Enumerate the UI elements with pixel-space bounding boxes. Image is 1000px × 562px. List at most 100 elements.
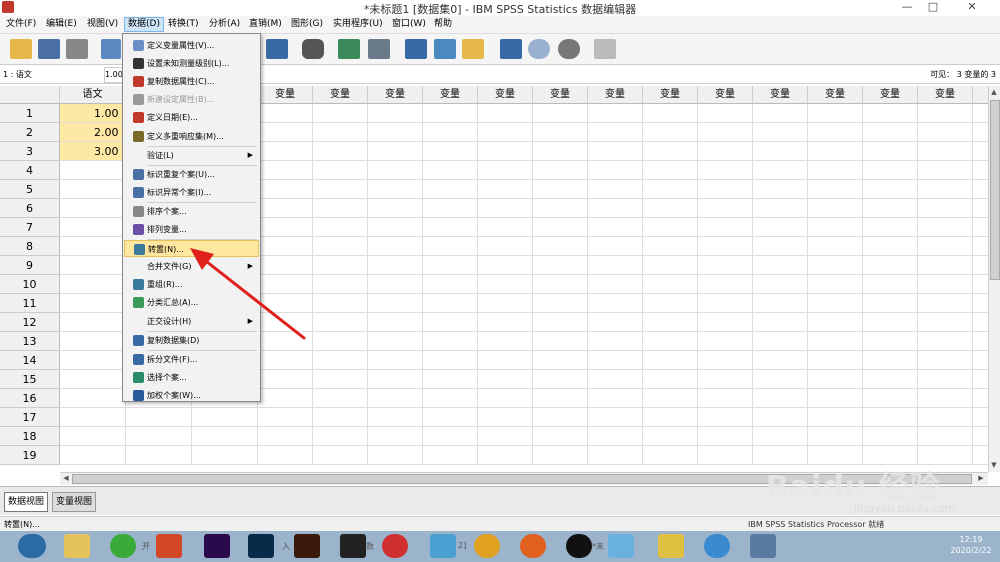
data-cell[interactable] [588,199,643,218]
data-cell[interactable] [313,142,368,161]
data-cell[interactable] [918,313,973,332]
powerpoint-icon[interactable] [156,534,182,558]
data-cell[interactable] [918,370,973,389]
data-cell[interactable] [60,218,126,237]
data-cell[interactable] [643,180,698,199]
data-cell[interactable] [588,237,643,256]
illustrator-icon[interactable] [294,534,320,558]
data-cell[interactable] [863,256,918,275]
data-cell[interactable] [588,389,643,408]
data-cell[interactable] [313,218,368,237]
data-cell[interactable] [313,123,368,142]
data-cell[interactable] [863,294,918,313]
data-cell[interactable] [753,142,808,161]
data-cell[interactable] [60,408,126,427]
data-cell[interactable] [423,218,478,237]
minimize-button[interactable]: — [894,0,920,14]
data-cell[interactable] [126,427,192,446]
data-cell[interactable] [753,104,808,123]
file-explorer-icon[interactable] [64,534,90,558]
data-cell[interactable] [588,313,643,332]
data-cell[interactable] [533,294,588,313]
data-cell[interactable] [808,256,863,275]
data-cell[interactable] [753,427,808,446]
data-cell[interactable] [478,389,533,408]
data-cell[interactable] [588,446,643,465]
data-cell[interactable] [533,256,588,275]
data-cell[interactable] [258,104,313,123]
data-cell[interactable] [698,446,753,465]
data-cell[interactable] [698,275,753,294]
app-icon[interactable] [430,534,456,558]
data-cell[interactable] [60,427,126,446]
data-cell[interactable] [588,123,643,142]
data-cell[interactable] [698,313,753,332]
data-cell[interactable] [368,294,423,313]
select-cases-icon[interactable] [462,39,484,59]
data-cell[interactable] [60,370,126,389]
data-cell[interactable] [368,389,423,408]
scroll-down-icon[interactable]: ▼ [989,460,999,470]
data-cell[interactable] [973,218,988,237]
data-cell[interactable] [423,294,478,313]
data-cell[interactable] [808,142,863,161]
data-cell[interactable] [588,104,643,123]
data-cell[interactable] [973,237,988,256]
column-header[interactable]: 变量 [423,86,478,104]
data-cell[interactable] [643,294,698,313]
data-cell[interactable] [808,408,863,427]
data-cell[interactable] [918,351,973,370]
data-cell[interactable] [973,256,988,275]
menu-transform[interactable]: 转换(T) [165,18,202,31]
data-cell[interactable] [698,218,753,237]
menu-item-10[interactable]: 排列变量... [124,221,259,238]
row-header[interactable]: 10 [0,275,60,294]
menu-item-8[interactable]: 标识异常个案(I)... [124,184,259,201]
data-cell[interactable] [753,351,808,370]
scroll-up-icon[interactable]: ▲ [989,87,999,97]
data-cell[interactable] [423,408,478,427]
data-cell[interactable] [478,180,533,199]
data-cell[interactable] [643,427,698,446]
data-cell[interactable] [313,199,368,218]
data-cell[interactable] [698,332,753,351]
data-cell[interactable] [368,180,423,199]
data-cell[interactable] [643,237,698,256]
data-cell[interactable] [973,294,988,313]
data-cell[interactable] [258,123,313,142]
app-icon[interactable] [520,534,546,558]
row-header[interactable]: 3 [0,142,60,161]
data-cell[interactable] [60,180,126,199]
menu-item-6[interactable]: 验证(L) ▶ [124,147,259,164]
data-cell[interactable] [368,256,423,275]
data-cell[interactable] [60,313,126,332]
tab-data-view[interactable]: 数据视图 [4,492,49,512]
data-cell[interactable] [533,351,588,370]
variables-icon[interactable] [266,39,288,59]
data-cell[interactable] [973,142,988,161]
menu-graphs[interactable]: 图形(G) [288,18,326,31]
data-cell[interactable] [918,180,973,199]
column-header[interactable]: 变量 [478,86,533,104]
data-cell[interactable] [808,427,863,446]
data-cell[interactable] [313,237,368,256]
menu-item-4[interactable]: 定义日期(E)... [124,109,259,126]
data-cell[interactable] [863,142,918,161]
row-header[interactable]: 6 [0,199,60,218]
data-cell[interactable] [313,351,368,370]
data-cell[interactable] [753,389,808,408]
menu-data[interactable]: 数据(D) [124,17,164,32]
data-cell[interactable] [643,446,698,465]
data-cell[interactable] [973,389,988,408]
row-header[interactable]: 13 [0,332,60,351]
data-cell[interactable] [313,104,368,123]
data-cell[interactable] [753,199,808,218]
data-cell[interactable] [368,370,423,389]
notepad-icon[interactable] [658,534,684,558]
wechat-icon[interactable] [110,534,136,558]
data-cell[interactable] [423,237,478,256]
data-cell[interactable] [643,351,698,370]
menu-item-5[interactable]: 定义多重响应集(M)... [124,128,259,145]
data-cell[interactable] [368,351,423,370]
menu-edit[interactable]: 编辑(E) [43,18,80,31]
